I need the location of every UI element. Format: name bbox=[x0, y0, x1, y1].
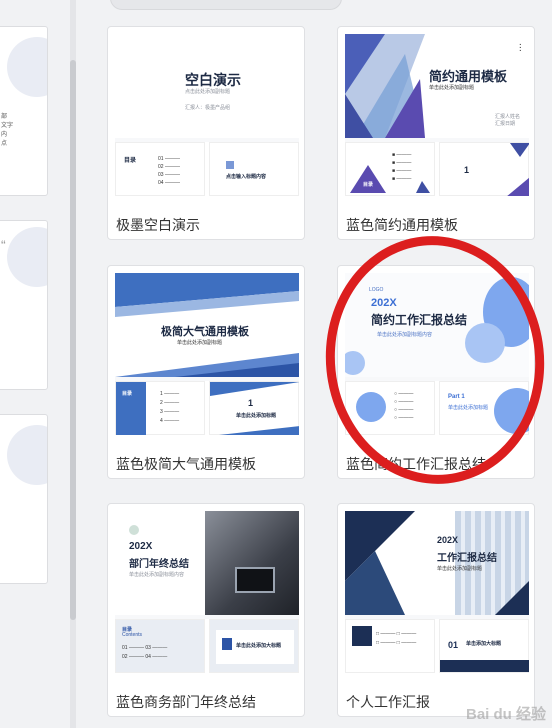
thumb-section-text: 单击此处添加标题 bbox=[236, 413, 277, 419]
thumb-section-num: 1 bbox=[464, 165, 470, 175]
thumb-title: 极简大气通用模板 bbox=[161, 326, 249, 338]
thumb-year: 202X bbox=[437, 535, 459, 545]
thumb-section-text: 单击添加大标题 bbox=[466, 641, 502, 647]
left-sidebar: 部文字内点 “ bbox=[0, 0, 78, 728]
sidebar-template-card[interactable]: “ bbox=[0, 220, 48, 390]
thumb-title: 简约通用模板 bbox=[429, 69, 508, 84]
template-card-blank[interactable]: 空白演示 点击此处添加副标题 汇报人：极墨产品组 目录 01 ——— 02 ———… bbox=[107, 26, 305, 240]
sidebar-template-card[interactable]: 部文字内点 bbox=[0, 26, 48, 196]
template-thumbnail: 极简大气通用模板 单击此处添加副标题 目录 1 ——— 2 ——— 3 ——— 4 —… bbox=[115, 273, 299, 435]
thumb-section-num: 01 bbox=[448, 640, 459, 650]
thumb-info: 汇报人：极墨产品组 bbox=[185, 105, 231, 111]
thumb-title: 空白演示 bbox=[185, 72, 241, 88]
thumb-subtitle: 点击此处添加副标题 bbox=[185, 89, 231, 95]
template-thumbnail: 202X 工作汇报总结 单击此处添加副标题 □ ——— □ ——— □ ——— □… bbox=[345, 511, 529, 673]
thumb-toc-label: 目录 bbox=[122, 391, 133, 397]
thumb-title: 工作汇报总结 bbox=[437, 553, 497, 564]
thumb-toc-sub: Contents bbox=[122, 632, 143, 638]
template-thumbnail: 202X 部门年终总结 单击此处添加副标题内容 目录 Contents 01 —… bbox=[115, 511, 299, 673]
sidebar-template-card[interactable] bbox=[0, 414, 48, 584]
template-label[interactable]: 蓝色简约通用模板 bbox=[346, 215, 458, 235]
template-label[interactable]: 蓝色极简大气通用模板 bbox=[116, 454, 256, 474]
thumb-section-text: 单击此处添加大标题 bbox=[236, 643, 282, 649]
template-card-annual-summary[interactable]: 202X 部门年终总结 单击此处添加副标题内容 目录 Contents 01 —… bbox=[107, 503, 305, 717]
thumb-title: 部门年终总结 bbox=[129, 559, 189, 570]
scrollbar-thumb[interactable] bbox=[70, 60, 76, 620]
thumb-subtitle: 单击此处添加副标题内容 bbox=[129, 572, 185, 578]
thumb-section-num: 1 bbox=[248, 398, 254, 408]
template-thumbnail: 空白演示 点击此处添加副标题 汇报人：极墨产品组 目录 01 ——— 02 ———… bbox=[115, 34, 299, 196]
thumb-toc-label: 目录 bbox=[124, 158, 137, 164]
template-card-personal-report[interactable]: 202X 工作汇报总结 单击此处添加副标题 □ ——— □ ——— □ ——— □… bbox=[337, 503, 535, 717]
more-options-icon[interactable]: · · · bbox=[519, 40, 522, 56]
thumb-subtitle: 单击此处添加副标题 bbox=[429, 85, 475, 91]
template-label[interactable]: 蓝色商务部门年终总结 bbox=[116, 692, 256, 712]
template-card-simple-blue[interactable]: 简约通用模板 单击此处添加副标题 汇报人姓名 汇报日期 目录 ■ ——— ■ ———… bbox=[337, 26, 535, 240]
search-bar[interactable] bbox=[110, 0, 342, 10]
template-label[interactable]: 个人工作汇报 bbox=[346, 692, 430, 712]
template-card-minimal-blue[interactable]: 极简大气通用模板 单击此处添加副标题 目录 1 ——— 2 ——— 3 ——— 4 —… bbox=[107, 265, 305, 479]
thumb-subtitle: 单击此处添加副标题 bbox=[177, 340, 223, 346]
watermark: Bai du 经验 bbox=[465, 706, 546, 723]
thumb-toc-label: 目录 bbox=[363, 182, 374, 188]
thumb-subtitle: 单击此处添加副标题 bbox=[437, 566, 483, 572]
template-label[interactable]: 极墨空白演示 bbox=[116, 215, 200, 235]
template-thumbnail: 简约通用模板 单击此处添加副标题 汇报人姓名 汇报日期 目录 ■ ——— ■ ———… bbox=[345, 34, 529, 196]
thumb-section-text: 点击输入标题内容 bbox=[226, 174, 267, 180]
thumb-year: 202X bbox=[129, 541, 153, 552]
